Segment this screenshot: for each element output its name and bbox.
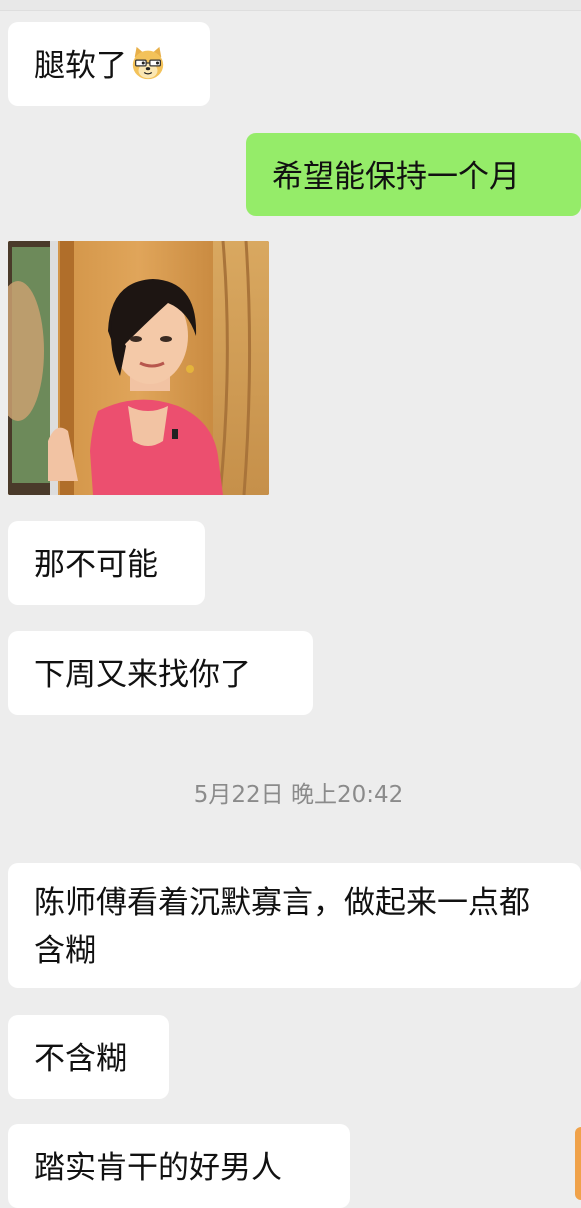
image-message[interactable] (8, 241, 269, 495)
message-timestamp: 5月22日 晚上20:42 (193, 782, 404, 808)
message-bubble-received[interactable]: 下周又来找你了 (8, 631, 313, 715)
message-bubble-sent[interactable]: 希望能保持一个月 (246, 133, 581, 216)
message-bubble-received[interactable]: 腿软了 (8, 22, 210, 106)
floating-side-tab[interactable] (575, 1127, 581, 1200)
message-text: 腿软了 (34, 48, 127, 84)
message-text: 踏实肯干的好男人 (34, 1150, 282, 1186)
message-text: 那不可能 (34, 547, 158, 583)
message-text: 陈师傅看着沉默寡言，做起来一点都含糊 (34, 885, 530, 969)
message-text: 希望能保持一个月 (272, 159, 520, 195)
doge-emoji-icon (132, 46, 164, 80)
message-bubble-received[interactable]: 那不可能 (8, 521, 205, 605)
message-bubble-received[interactable]: 踏实肯干的好男人 (8, 1124, 350, 1208)
message-text: 不含糊 (34, 1041, 127, 1077)
message-text: 下周又来找你了 (34, 657, 251, 693)
photo-thumbnail (8, 241, 269, 495)
top-divider (0, 0, 581, 11)
message-bubble-received[interactable]: 不含糊 (8, 1015, 169, 1099)
message-bubble-received[interactable]: 陈师傅看着沉默寡言，做起来一点都含糊 (8, 863, 581, 988)
